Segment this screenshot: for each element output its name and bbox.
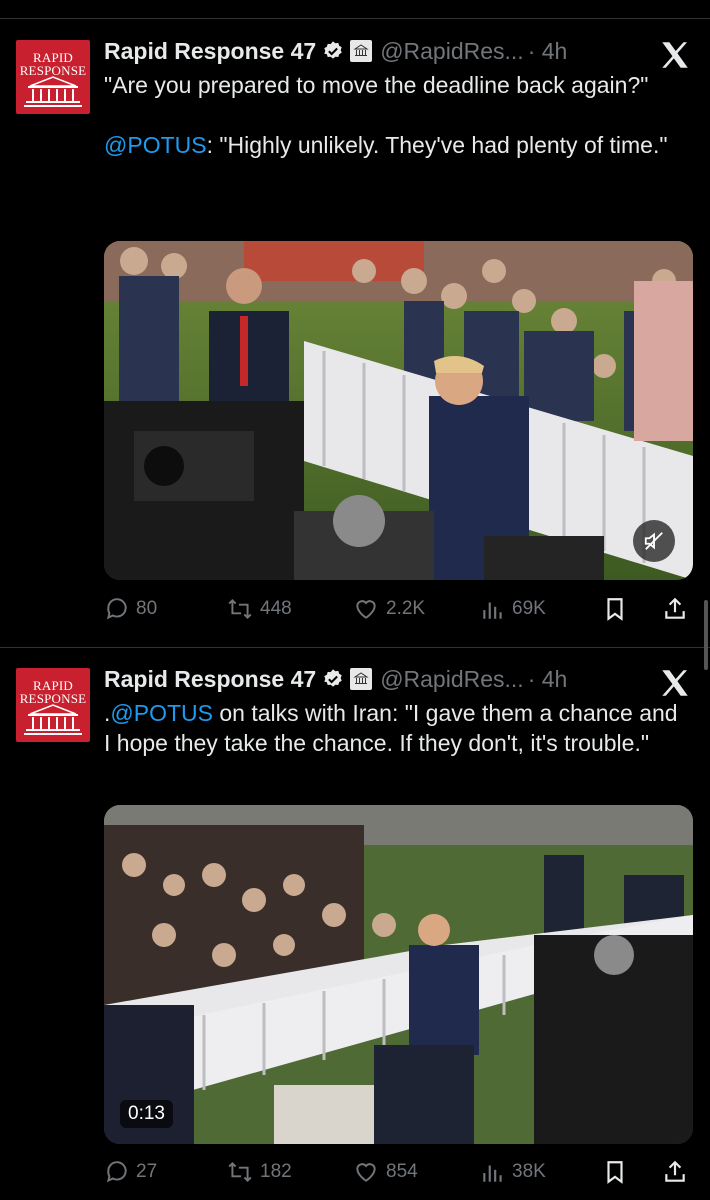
- tweet-header: Rapid Response 47 @RapidRes... · 4h: [104, 664, 567, 694]
- x-logo-icon[interactable]: [658, 38, 692, 72]
- mention-link[interactable]: @POTUS: [104, 132, 207, 158]
- verified-icon: [322, 668, 344, 690]
- repost-count: 448: [260, 598, 292, 619]
- tweet-text: .@POTUS on talks with Iran: "I gave them…: [104, 698, 684, 758]
- video-frame: [104, 805, 693, 1144]
- display-name[interactable]: Rapid Response 47: [104, 666, 316, 693]
- bookmark-icon: [607, 598, 623, 621]
- tweet-text: "Are you prepared to move the deadline b…: [104, 70, 684, 160]
- reply-count: 27: [136, 1161, 158, 1182]
- like-icon: [356, 600, 376, 619]
- like-count: 2.2K: [386, 598, 426, 619]
- share-button[interactable]: [662, 594, 694, 624]
- handle[interactable]: @RapidRes...: [380, 38, 524, 65]
- tweet-header: Rapid Response 47 @RapidRes... · 4h: [104, 36, 567, 66]
- view-count: 38K: [512, 1161, 546, 1182]
- like-icon: [356, 1163, 376, 1182]
- tweet-divider: [0, 647, 710, 648]
- share-button[interactable]: [662, 1157, 694, 1187]
- share-icon: [665, 1160, 685, 1182]
- share-icon: [665, 597, 685, 619]
- white-house-badge-icon: [350, 668, 373, 690]
- repost-button[interactable]: 182: [226, 1157, 292, 1187]
- top-divider: [0, 18, 710, 19]
- repost-icon: [228, 598, 252, 620]
- views-icon: [483, 1165, 502, 1182]
- mention-link[interactable]: @POTUS: [110, 700, 213, 726]
- video-player[interactable]: 0:13: [104, 805, 693, 1144]
- avatar[interactable]: RAPID RESPONSE: [16, 40, 90, 114]
- repost-count: 182: [260, 1161, 292, 1182]
- tweet-actions: 80 448 2.2K 69K: [104, 594, 694, 624]
- like-button[interactable]: 2.2K: [352, 594, 425, 624]
- display-name[interactable]: Rapid Response 47: [104, 38, 316, 65]
- like-count: 854: [386, 1161, 418, 1182]
- view-count: 69K: [512, 598, 546, 619]
- white-house-badge-icon: [350, 40, 373, 62]
- bookmark-button[interactable]: [602, 594, 634, 624]
- reply-icon: [106, 598, 127, 620]
- verified-icon: [322, 40, 344, 62]
- handle[interactable]: @RapidRes...: [380, 666, 524, 693]
- mute-button[interactable]: [633, 520, 675, 562]
- views-button[interactable]: 38K: [480, 1157, 546, 1187]
- reply-button[interactable]: 80: [104, 594, 157, 624]
- tweet-actions: 27 182 854 38K: [104, 1157, 694, 1187]
- video-frame: [104, 241, 693, 580]
- video-player[interactable]: [104, 241, 693, 580]
- bookmark-button[interactable]: [602, 1157, 634, 1187]
- x-logo-icon[interactable]: [658, 666, 692, 700]
- views-icon: [483, 602, 502, 619]
- scrollbar[interactable]: [704, 600, 708, 670]
- like-button[interactable]: 854: [352, 1157, 418, 1187]
- bookmark-icon: [607, 1161, 623, 1184]
- white-house-icon: [24, 76, 82, 107]
- timestamp[interactable]: · 4h: [528, 666, 568, 693]
- views-button[interactable]: 69K: [480, 594, 546, 624]
- avatar[interactable]: RAPID RESPONSE: [16, 668, 90, 742]
- tweet-text-part: "Are you prepared to move the deadline b…: [104, 72, 649, 98]
- reply-count: 80: [136, 598, 158, 619]
- reply-icon: [106, 1161, 127, 1183]
- repost-icon: [228, 1161, 252, 1183]
- tweet-text-part: : "Highly unlikely. They've had plenty o…: [206, 132, 668, 158]
- mute-icon: [644, 532, 663, 550]
- white-house-icon: [24, 704, 82, 735]
- timestamp[interactable]: · 4h: [528, 38, 568, 65]
- reply-button[interactable]: 27: [104, 1157, 157, 1187]
- repost-button[interactable]: 448: [226, 594, 292, 624]
- video-duration: 0:13: [120, 1100, 173, 1128]
